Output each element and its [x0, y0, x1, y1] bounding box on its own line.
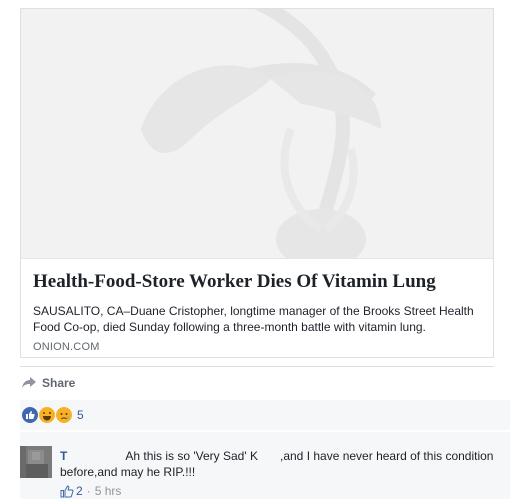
like-outline-icon[interactable]: [60, 484, 74, 498]
action-divider-top: [20, 366, 494, 367]
reaction-count[interactable]: 5: [77, 408, 84, 422]
share-label: Share: [42, 376, 76, 390]
haha-reaction-icon: [39, 407, 55, 423]
link-preview-card[interactable]: Health-Food-Store Worker Dies Of Vitamin…: [20, 8, 494, 358]
article-domain: ONION.COM: [33, 341, 100, 353]
article-thumbnail[interactable]: [21, 9, 493, 258]
share-button[interactable]: Share: [22, 376, 75, 390]
article-headline[interactable]: Health-Food-Store Worker Dies Of Vitamin…: [33, 271, 483, 293]
sad-reaction-icon: [56, 407, 72, 423]
share-arrow-icon: [22, 377, 36, 388]
comment-author[interactable]: T: [60, 449, 67, 463]
comment-timestamp[interactable]: 5 hrs: [95, 484, 122, 498]
onion-logo-icon: [141, 9, 381, 258]
comment-meta: 2 · 5 hrs: [60, 484, 121, 498]
comment-section: T Ah this is so 'Very Sad' K ,and I have n…: [20, 432, 510, 499]
reactions-bar[interactable]: 5: [20, 400, 510, 430]
commenter-avatar[interactable]: [20, 446, 52, 478]
comment-body: T Ah this is so 'Very Sad' K ,and I have n…: [60, 448, 500, 480]
comment-text-part1: Ah this is so 'Very Sad' K: [125, 449, 258, 463]
comment-like-count[interactable]: 2: [76, 484, 83, 498]
like-reaction-icon: [22, 407, 38, 423]
article-description: SAUSALITO, CA–Duane Cristopher, longtime…: [33, 304, 474, 334]
meta-separator: ·: [86, 484, 91, 498]
link-info[interactable]: Health-Food-Store Worker Dies Of Vitamin…: [21, 258, 493, 358]
